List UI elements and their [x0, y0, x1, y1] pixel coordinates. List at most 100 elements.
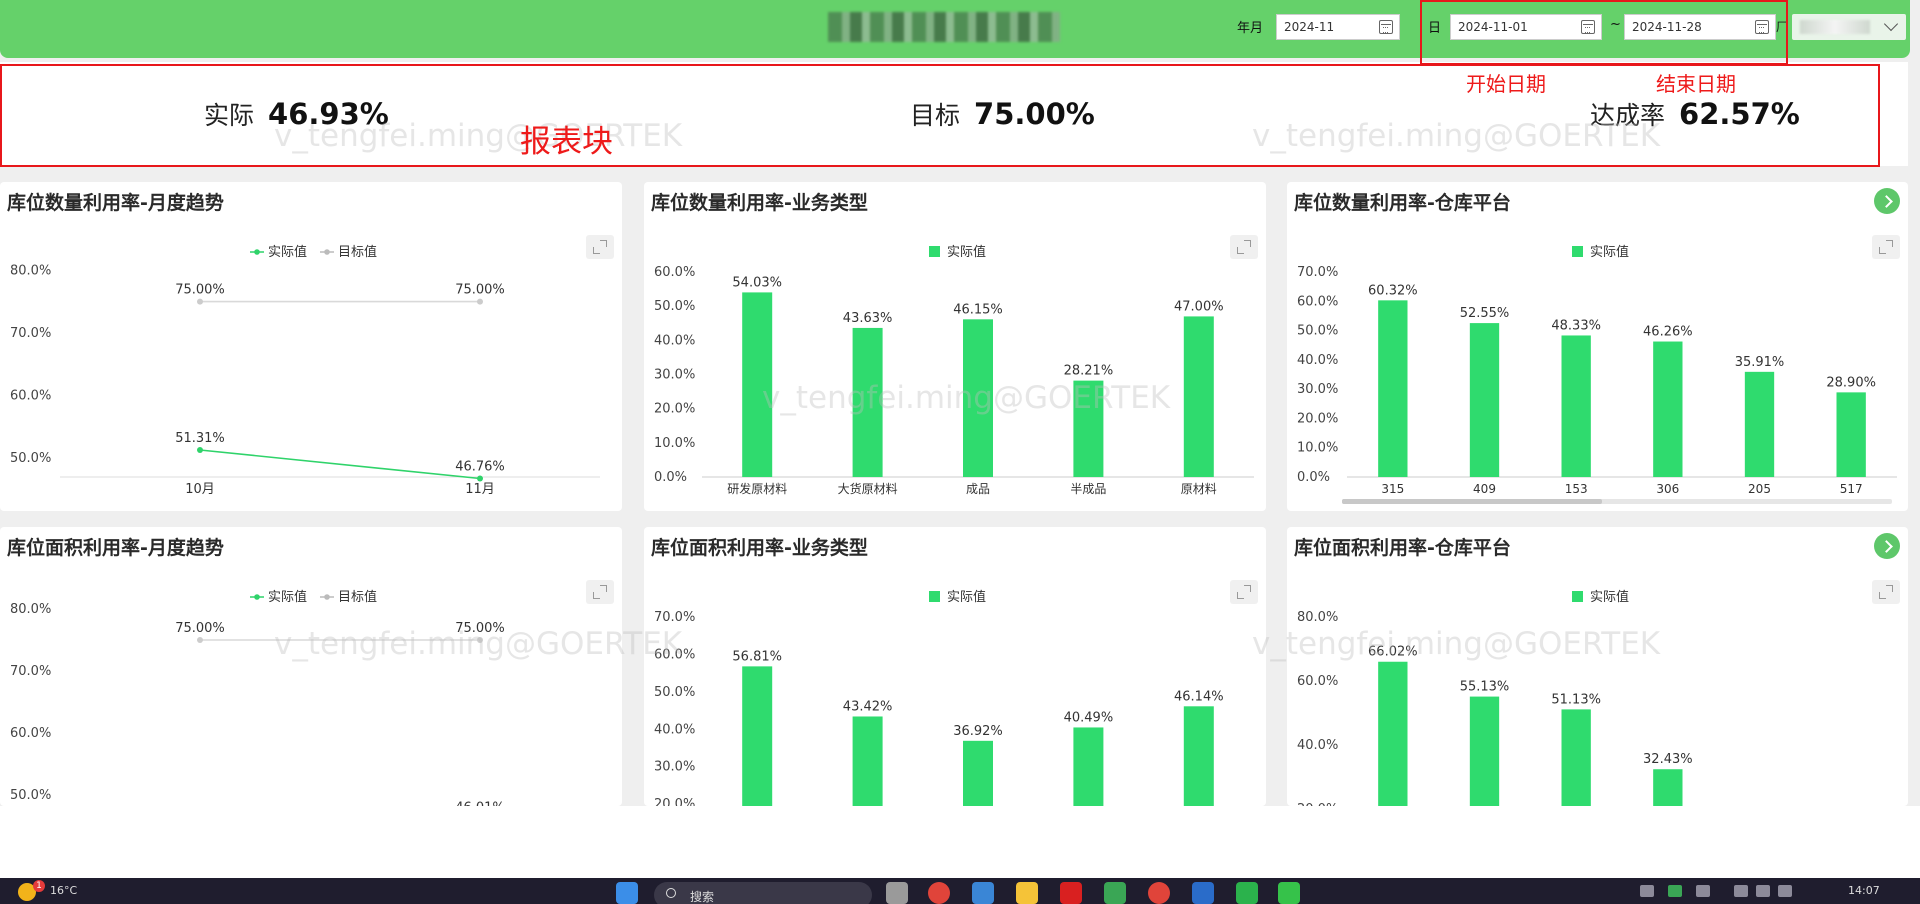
- y-tick-label: 10.0%: [654, 436, 695, 451]
- kpi-actual-label: 实际: [204, 101, 255, 130]
- month-picker[interactable]: 2024-11: [1276, 14, 1400, 40]
- x-tick-label: 153: [1565, 482, 1588, 496]
- y-tick-label: 80.0%: [1297, 610, 1338, 625]
- start-date-picker[interactable]: 2024-11-01: [1450, 14, 1602, 40]
- data-label: 43.63%: [843, 311, 893, 326]
- data-label: 32.43%: [1643, 752, 1693, 767]
- data-label: 75.00%: [175, 283, 225, 298]
- legend-swatch: [324, 249, 330, 255]
- date-range-separator: ~: [1610, 17, 1621, 32]
- chrome-icon[interactable]: [928, 882, 950, 904]
- month-label: 年月: [1237, 21, 1264, 36]
- data-label: 66.02%: [1368, 645, 1418, 660]
- y-tick-label: 50.0%: [10, 788, 51, 803]
- app-icon[interactable]: [1236, 882, 1258, 904]
- start-menu-icon[interactable]: [616, 882, 638, 904]
- temperature: 16°C: [50, 884, 78, 897]
- data-label: 52.55%: [1460, 306, 1510, 321]
- app-icon[interactable]: [1192, 882, 1214, 904]
- y-tick-label: 60.0%: [10, 389, 51, 404]
- panel-area-business: 库位面积利用率-业务类型 实际值 70.0% 60.0% 50.0% 40.0% 30.0…: [644, 527, 1266, 806]
- bar: [742, 666, 773, 806]
- task-view-icon[interactable]: [886, 882, 908, 904]
- y-tick-label: 20.0%: [1297, 411, 1338, 426]
- search-icon: [666, 888, 676, 898]
- bar: [1378, 300, 1408, 477]
- data-label: 75.00%: [455, 621, 505, 636]
- y-tick-label: 40.0%: [1297, 353, 1338, 368]
- y-tick-label: 20.0%: [654, 797, 695, 806]
- y-tick-label: 70.0%: [10, 664, 51, 679]
- legend-label: 实际值: [947, 589, 986, 605]
- volume-icon[interactable]: [1756, 885, 1770, 897]
- end-date-picker[interactable]: 2024-11-28: [1624, 14, 1776, 40]
- bar: [1653, 769, 1683, 806]
- bar: [1183, 706, 1214, 806]
- page-title-redacted: [828, 12, 1060, 42]
- bar: [1469, 323, 1500, 477]
- dashboard-app: 年月 2024-11 日 2024-11-01 ~ 2024-11-28 厂 实…: [0, 0, 1920, 904]
- taskbar: 1 16°C 搜索 14:07: [0, 878, 1920, 904]
- chrome-icon[interactable]: [1148, 882, 1170, 904]
- chevron-down-icon[interactable]: [1883, 16, 1899, 32]
- x-tick-label: 11月: [465, 482, 495, 497]
- app-icon[interactable]: [1104, 882, 1126, 904]
- legend-label: 实际值: [1590, 244, 1629, 260]
- y-tick-label: 60.0%: [654, 265, 695, 280]
- calendar-icon[interactable]: [1755, 20, 1769, 34]
- kpi-target-value: 75.00%: [974, 97, 1095, 131]
- factory-select[interactable]: 厂: [1776, 14, 1906, 40]
- app-icon[interactable]: [1060, 882, 1082, 904]
- x-tick-label: 315: [1381, 482, 1404, 496]
- bar: [1836, 392, 1866, 477]
- kpi-rate-label: 达成率: [1590, 101, 1666, 130]
- wechat-icon[interactable]: [1278, 882, 1300, 904]
- y-tick-label: 40.0%: [654, 333, 695, 348]
- scrollbar-thumb: [1342, 499, 1602, 504]
- legend-label: 目标值: [338, 589, 377, 605]
- tray-icon[interactable]: [1668, 885, 1682, 897]
- edge-icon[interactable]: [972, 882, 994, 904]
- tray-icon[interactable]: [1640, 885, 1654, 897]
- folder-icon[interactable]: [1016, 882, 1038, 904]
- calendar-icon[interactable]: [1581, 20, 1595, 34]
- y-tick-label: 80.0%: [10, 602, 51, 617]
- x-tick-label: 大货原材料: [838, 481, 898, 496]
- bar: [852, 327, 883, 477]
- blank-area: [0, 806, 1920, 878]
- bar-chart: 实际值 70.0% 60.0% 50.0% 40.0% 30.0% 20.0% 10.0% 0.…: [1297, 244, 1897, 504]
- kpi-rate-value: 62.57%: [1679, 97, 1800, 131]
- y-tick-label: 30.0%: [1297, 382, 1338, 397]
- battery-icon[interactable]: [1778, 885, 1792, 897]
- legend-swatch: [324, 594, 330, 600]
- y-tick-label: 60.0%: [10, 726, 51, 741]
- y-tick-label: 60.0%: [654, 647, 695, 662]
- data-point: [197, 298, 203, 305]
- line-chart: 实际值 目标值 80.0% 70.0% 60.0% 50.0% 10月 11月 51.31% 46…: [10, 244, 600, 497]
- legend-label: 目标值: [338, 244, 377, 260]
- bar: [1378, 661, 1408, 806]
- legend-swatch: [929, 246, 940, 257]
- data-label: 28.90%: [1826, 375, 1876, 390]
- bar: [852, 716, 883, 806]
- calendar-icon[interactable]: [1379, 20, 1393, 34]
- data-point: [477, 475, 483, 482]
- bar: [963, 740, 993, 806]
- factory-prefix: 厂: [1776, 20, 1789, 34]
- x-tick-label: 306: [1656, 482, 1679, 496]
- data-point: [197, 637, 203, 643]
- y-tick-label: 30.0%: [654, 760, 695, 775]
- wifi-icon[interactable]: [1734, 885, 1748, 897]
- kpi-rate: 达成率 62.57%: [1590, 96, 1800, 132]
- taskbar-search[interactable]: 搜索: [654, 882, 872, 904]
- legend-swatch: [929, 591, 940, 602]
- data-label: 40.49%: [1064, 710, 1114, 725]
- kpi-report-block: 实际 46.93% 目标 75.00% 达成率 62.57%: [0, 62, 1908, 166]
- month-value: 2024-11: [1284, 20, 1335, 34]
- tray-icon[interactable]: [1696, 885, 1710, 897]
- end-date-annotation: 结束日期: [1656, 72, 1736, 96]
- data-label: 60.32%: [1368, 283, 1418, 298]
- legend-label: 实际值: [268, 589, 307, 605]
- y-tick-label: 60.0%: [1297, 294, 1338, 309]
- bar: [1469, 696, 1500, 806]
